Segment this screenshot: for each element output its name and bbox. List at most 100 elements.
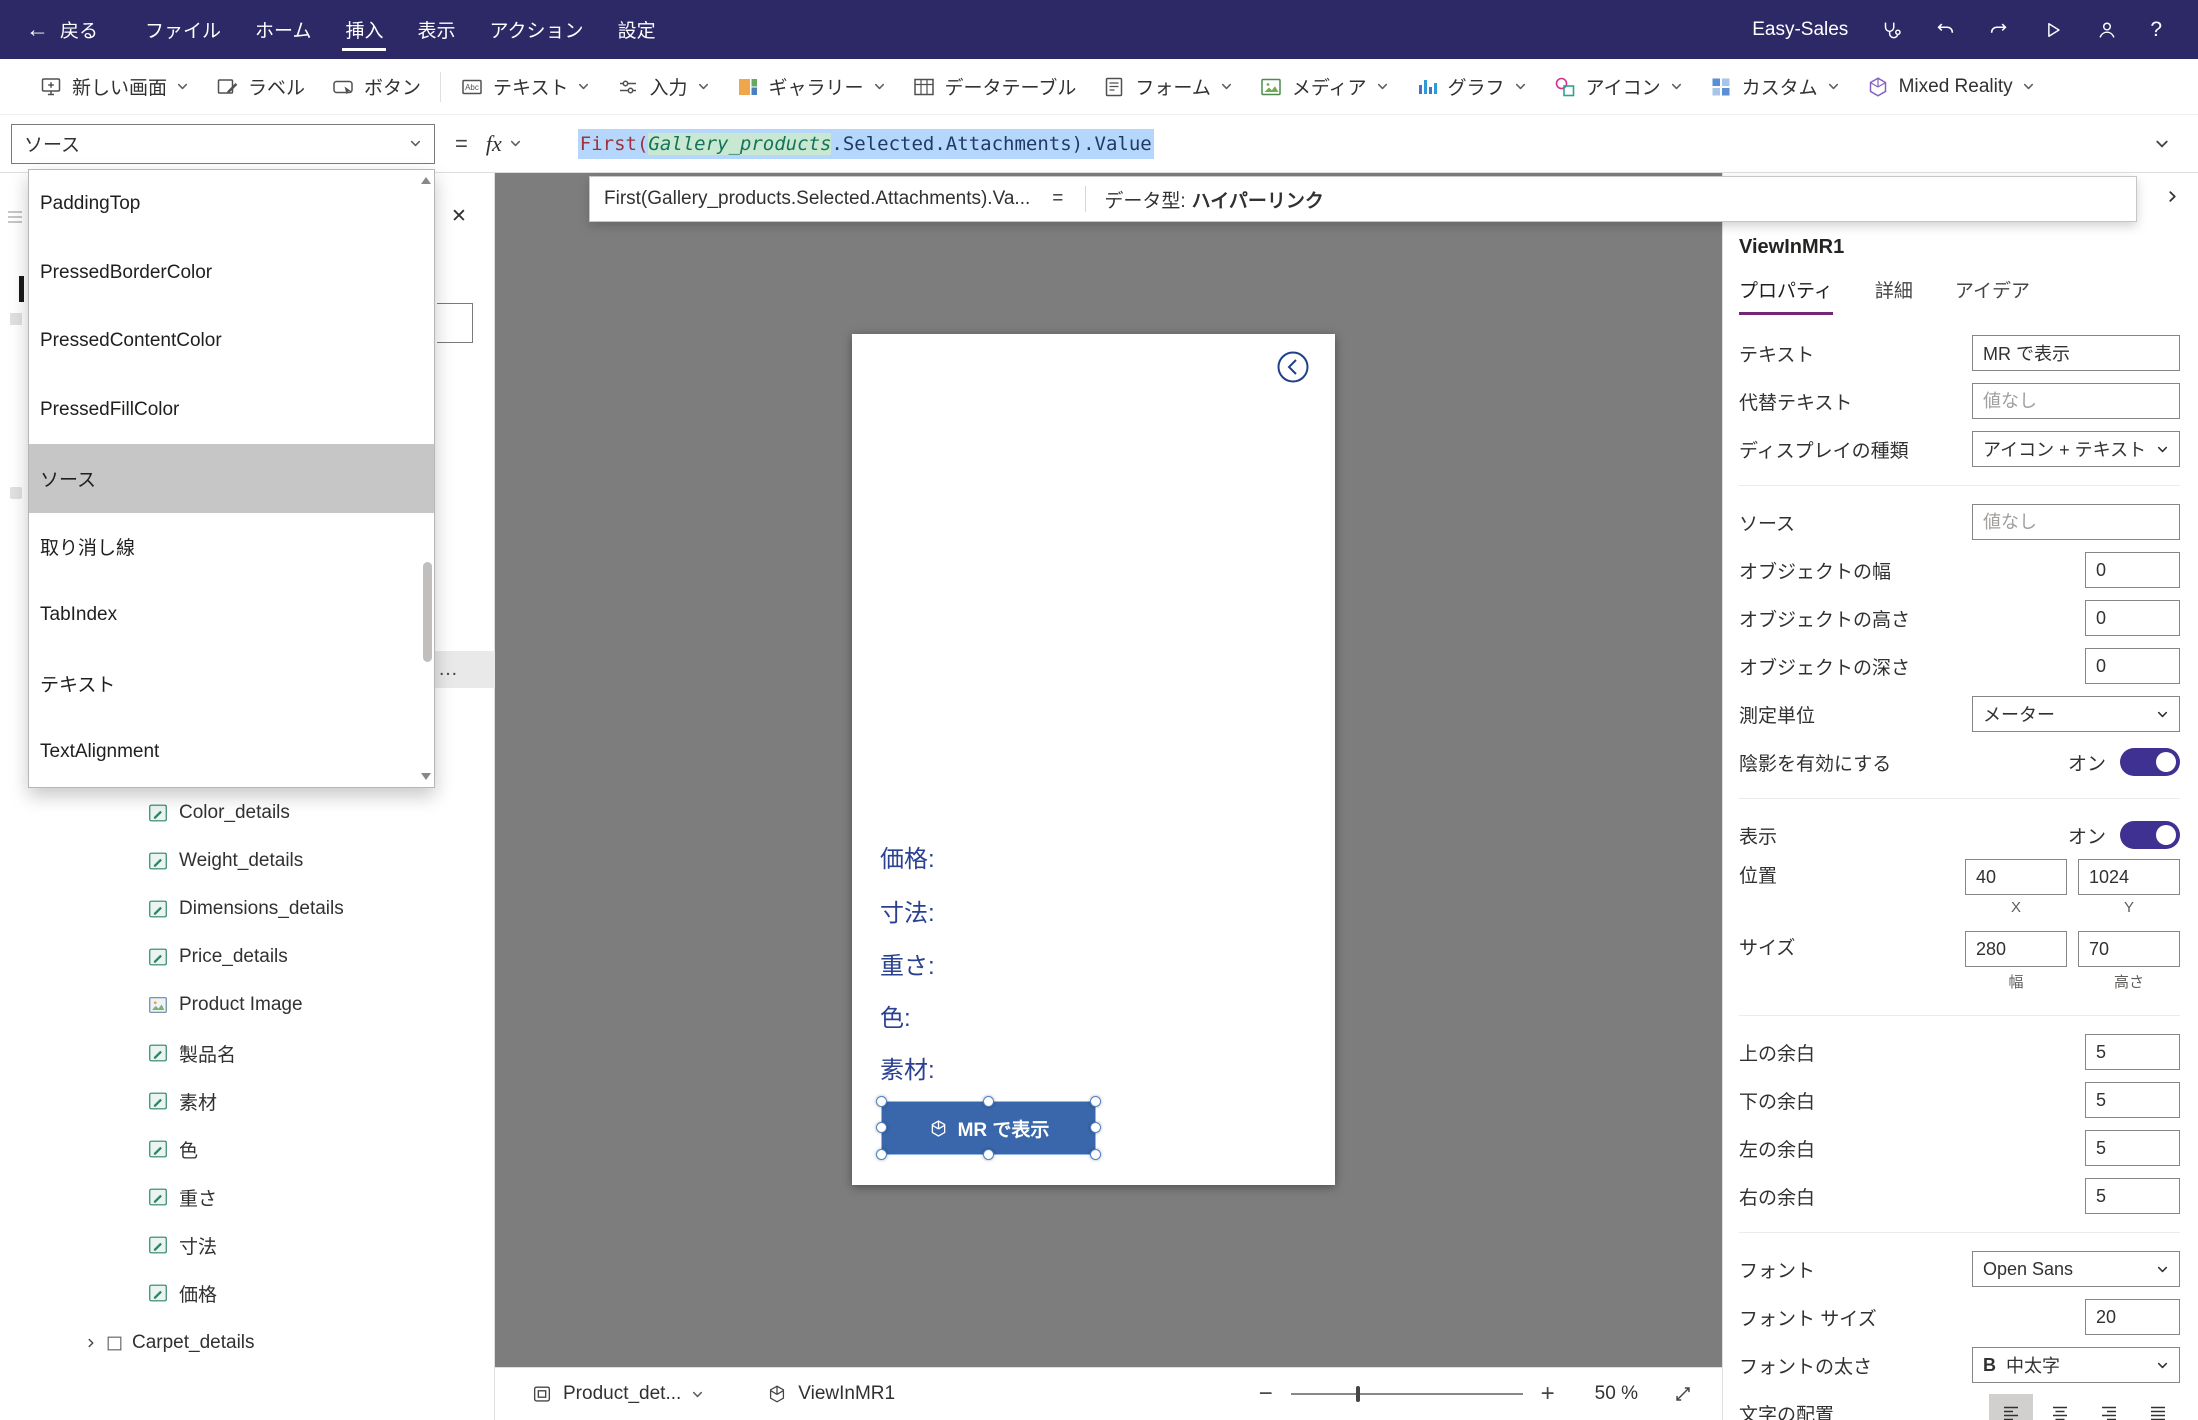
selection-handle[interactable]	[1090, 1096, 1101, 1107]
canvas-label-material[interactable]: 素材:	[880, 1050, 935, 1085]
dropdown-item[interactable]: PressedFillColor	[29, 376, 434, 445]
visible-toggle[interactable]	[2120, 821, 2180, 849]
align-center-button[interactable]	[2038, 1394, 2082, 1420]
canvas-label-color[interactable]: 色:	[880, 998, 911, 1033]
tab-properties[interactable]: プロパティ	[1739, 276, 1833, 315]
scroll-down-arrow[interactable]	[421, 773, 431, 780]
menu-file[interactable]: ファイル	[128, 0, 238, 59]
undo-icon[interactable]	[1934, 19, 1956, 41]
font-size-input[interactable]	[2085, 1299, 2180, 1335]
dropdown-item[interactable]: テキスト	[29, 650, 434, 719]
tree-item-weight-details[interactable]: Weight_details	[0, 837, 493, 885]
padding-bottom-input[interactable]	[2085, 1082, 2180, 1118]
alt-text-input[interactable]	[1972, 383, 2180, 419]
padding-top-input[interactable]	[2085, 1034, 2180, 1070]
app-checker-icon[interactable]	[1880, 19, 1902, 41]
ribbon-icons[interactable]: アイコン	[1540, 59, 1696, 114]
size-height-input[interactable]	[2078, 931, 2180, 967]
ribbon-input[interactable]: 入力	[603, 59, 722, 114]
dropdown-item[interactable]: TextAlignment	[29, 718, 434, 787]
selection-handle[interactable]	[876, 1122, 887, 1133]
selection-handle[interactable]	[876, 1096, 887, 1107]
position-y-input[interactable]	[2078, 859, 2180, 895]
fx-selector[interactable]: fx	[486, 131, 522, 157]
screen-selector[interactable]: Product_det...	[531, 1383, 704, 1405]
unit-dropdown[interactable]: メーター	[1972, 696, 2180, 732]
help-button[interactable]: ?	[2150, 18, 2162, 42]
selection-handle[interactable]	[983, 1149, 994, 1160]
back-button[interactable]: ← 戻る	[0, 16, 122, 43]
font-dropdown[interactable]: Open Sans	[1972, 1251, 2180, 1287]
selection-handle[interactable]	[983, 1096, 994, 1107]
dropdown-item[interactable]: PressedContentColor	[29, 307, 434, 376]
view-in-mr-button[interactable]: MR で表示	[882, 1102, 1095, 1154]
tree-item-weight[interactable]: 重さ	[0, 1173, 493, 1221]
selection-handle[interactable]	[1090, 1122, 1101, 1133]
tree-item-carpet-details[interactable]: Carpet_details	[0, 1319, 493, 1367]
ribbon-text[interactable]: Abc テキスト	[447, 59, 603, 114]
canvas-label-dimensions[interactable]: 寸法:	[880, 893, 935, 928]
zoom-slider[interactable]	[1291, 1384, 1523, 1404]
ribbon-new-screen[interactable]: 新しい画面	[26, 59, 202, 114]
padding-left-input[interactable]	[2085, 1130, 2180, 1166]
ribbon-data-table[interactable]: データテーブル	[899, 59, 1090, 114]
zoom-out-button[interactable]: −	[1241, 1380, 1291, 1408]
zoom-slider-thumb[interactable]	[1356, 1386, 1360, 1402]
app-screen[interactable]: 価格: 寸法: 重さ: 色: 素材: MR で表示	[852, 334, 1335, 1185]
user-account-icon[interactable]	[2096, 19, 2118, 41]
size-width-input[interactable]	[1965, 931, 2067, 967]
redo-icon[interactable]	[1988, 19, 2010, 41]
tree-item-color-details[interactable]: Color_details	[0, 789, 493, 837]
menu-settings[interactable]: 設定	[601, 0, 673, 59]
ribbon-custom[interactable]: カスタム	[1696, 59, 1853, 114]
align-right-button[interactable]	[2087, 1394, 2131, 1420]
property-selector[interactable]: ソース	[11, 124, 435, 164]
dropdown-scrollbar-thumb[interactable]	[423, 562, 432, 662]
play-preview-icon[interactable]	[2042, 19, 2064, 41]
ribbon-chart[interactable]: グラフ	[1402, 59, 1540, 114]
dropdown-item[interactable]: PaddingTop	[29, 170, 434, 239]
selection-handle[interactable]	[876, 1149, 887, 1160]
tree-item-dimensions-details[interactable]: Dimensions_details	[0, 885, 493, 933]
tab-advanced[interactable]: 詳細	[1875, 276, 1913, 315]
selection-handle[interactable]	[1090, 1149, 1101, 1160]
source-input[interactable]	[1972, 504, 2180, 540]
menu-home[interactable]: ホーム	[238, 0, 328, 59]
object-height-input[interactable]	[2085, 600, 2180, 636]
dropdown-item[interactable]: TabIndex	[29, 581, 434, 650]
tree-item-price-details[interactable]: Price_details	[0, 933, 493, 981]
chevron-expand-icon[interactable]	[85, 1337, 97, 1349]
text-property-input[interactable]	[1972, 335, 2180, 371]
object-depth-input[interactable]	[2085, 648, 2180, 684]
menu-view[interactable]: 表示	[400, 0, 472, 59]
position-x-input[interactable]	[1965, 859, 2067, 895]
align-justify-button[interactable]	[2136, 1394, 2180, 1420]
ribbon-mixed-reality[interactable]: Mixed Reality	[1853, 59, 2048, 114]
font-weight-dropdown[interactable]: B 中太字	[1972, 1347, 2180, 1383]
dropdown-item[interactable]: 取り消し線	[29, 513, 434, 582]
align-left-button[interactable]	[1989, 1394, 2033, 1420]
menu-insert[interactable]: 挿入	[328, 0, 400, 59]
dropdown-item-selected[interactable]: ソース	[29, 444, 434, 513]
tree-item-dimensions[interactable]: 寸法	[0, 1221, 493, 1269]
menu-action[interactable]: アクション	[473, 0, 601, 59]
zoom-in-button[interactable]: +	[1523, 1380, 1573, 1408]
tree-item-product-name[interactable]: 製品名	[0, 1029, 493, 1077]
ribbon-gallery[interactable]: ギャラリー	[723, 59, 899, 114]
display-type-dropdown[interactable]: アイコン + テキスト	[1972, 431, 2180, 467]
back-circle-icon[interactable]	[1275, 349, 1311, 385]
canvas-label-price[interactable]: 価格:	[880, 839, 935, 874]
selected-control-indicator[interactable]: ViewInMR1	[766, 1383, 895, 1405]
fit-to-window-icon[interactable]	[1672, 1383, 1694, 1405]
ribbon-button-control[interactable]: ボタン	[318, 59, 434, 114]
dropdown-item[interactable]: PressedBorderColor	[29, 239, 434, 308]
tree-item-price[interactable]: 価格	[0, 1269, 493, 1317]
tree-item-material[interactable]: 素材	[0, 1077, 493, 1125]
ribbon-label-control[interactable]: ラベル	[202, 59, 318, 114]
close-icon[interactable]: ✕	[444, 201, 474, 231]
tree-item-color[interactable]: 色	[0, 1125, 493, 1173]
canvas-label-weight[interactable]: 重さ:	[880, 946, 935, 981]
ribbon-form[interactable]: フォーム	[1089, 59, 1245, 114]
formula-input[interactable]: First(Gallery_products.Selected.Attachme…	[578, 133, 1154, 155]
object-width-input[interactable]	[2085, 552, 2180, 588]
